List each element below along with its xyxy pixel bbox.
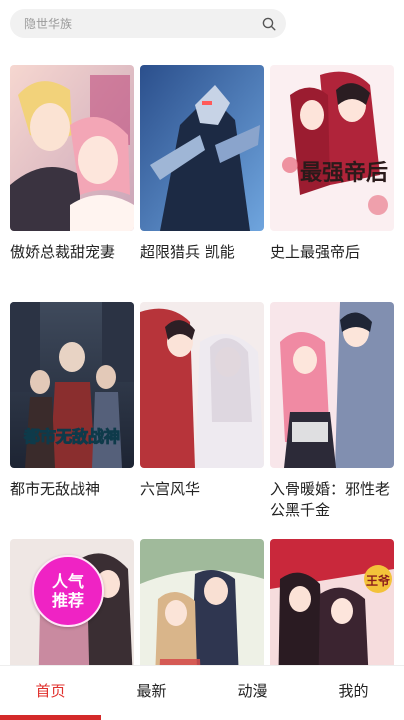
bottom-tab-bar: 首页 最新 动漫 我的	[0, 665, 404, 720]
comic-title[interactable]: 入骨暖婚：邪性老公黑千金	[270, 479, 394, 521]
comic-card[interactable]: 入骨暖婚：邪性老公黑千金	[270, 302, 394, 539]
comic-cover[interactable]	[270, 302, 394, 468]
comic-cover[interactable]	[140, 539, 264, 679]
comic-card[interactable]: 傲娇总裁甜宠妻	[10, 65, 134, 302]
active-tab-indicator	[0, 715, 101, 720]
comic-title[interactable]: 傲娇总裁甜宠妻	[10, 242, 134, 263]
comic-cover[interactable]	[140, 65, 264, 231]
comic-grid: 傲娇总裁甜宠妻 超限猎兵 凯能 最强帝后 史上最强帝后 都市无敌战神 都市无敌战…	[10, 65, 394, 679]
comic-title[interactable]: 史上最强帝后	[270, 242, 394, 263]
comic-card[interactable]	[140, 539, 264, 679]
tab-label[interactable]: 我的	[338, 680, 368, 701]
cover-text: 王爷	[366, 573, 391, 588]
comic-card[interactable]: 都市无敌战神 都市无敌战神	[10, 302, 134, 539]
search-bar[interactable]: 隐世华族	[10, 9, 286, 38]
comic-cover[interactable]	[140, 302, 264, 468]
comic-cover[interactable]: 都市无敌战神	[10, 302, 134, 468]
tab-label[interactable]: 动漫	[237, 680, 267, 701]
comic-cover[interactable]: 王爷	[270, 539, 394, 679]
popular-badge: 人气 推荐	[32, 555, 104, 627]
comic-card[interactable]: 人气 推荐	[10, 539, 134, 679]
comic-card[interactable]: 最强帝后 史上最强帝后	[270, 65, 394, 302]
tab-home[interactable]: 首页	[0, 666, 101, 720]
tab-anime[interactable]: 动漫	[202, 666, 303, 720]
comic-card[interactable]: 王爷	[270, 539, 394, 679]
cover-text: 最强帝后	[300, 160, 388, 186]
comic-title[interactable]: 六宫风华	[140, 479, 264, 500]
cover-text: 都市无敌战神	[23, 427, 120, 446]
tab-mine[interactable]: 我的	[303, 666, 404, 720]
badge-line-2: 推荐	[51, 591, 84, 610]
comic-cover[interactable]: 人气 推荐	[10, 539, 134, 679]
comic-title[interactable]: 都市无敌战神	[10, 479, 134, 500]
tab-label[interactable]: 最新	[136, 680, 166, 701]
search-input[interactable]: 隐世华族	[24, 15, 262, 32]
comic-title[interactable]: 超限猎兵 凯能	[140, 242, 264, 263]
tab-label[interactable]: 首页	[35, 680, 65, 701]
search-icon[interactable]	[262, 17, 276, 31]
comic-cover[interactable]	[10, 65, 134, 231]
comic-card[interactable]: 超限猎兵 凯能	[140, 65, 264, 302]
tab-latest[interactable]: 最新	[101, 666, 202, 720]
badge-line-1: 人气	[51, 572, 84, 591]
comic-cover[interactable]: 最强帝后	[270, 65, 394, 231]
comic-card[interactable]: 六宫风华	[140, 302, 264, 539]
